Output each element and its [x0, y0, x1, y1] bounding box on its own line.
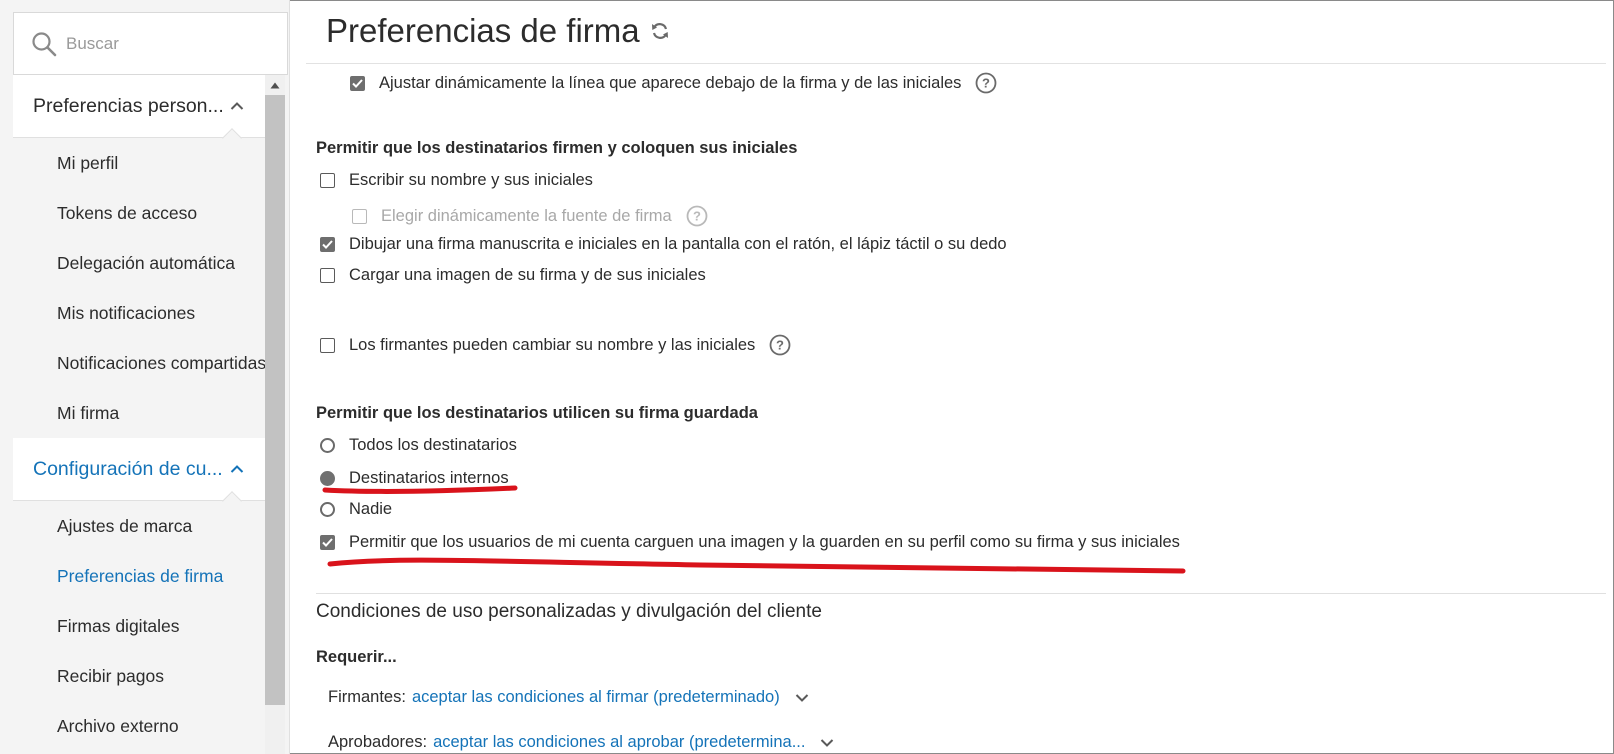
refresh-icon[interactable] — [650, 21, 670, 41]
radio-label: Destinatarios internos — [349, 469, 509, 487]
draw-checkbox[interactable] — [320, 237, 335, 252]
sidebar-item-tokens[interactable]: Tokens de acceso — [13, 188, 265, 238]
search-input[interactable] — [66, 33, 266, 54]
section-divider — [316, 593, 1606, 594]
choose-font-checkbox[interactable] — [352, 208, 367, 224]
require-label: Requerir... — [316, 648, 397, 666]
allow-upload-checkbox[interactable] — [320, 535, 335, 550]
radio-todos[interactable] — [320, 438, 335, 453]
nav-group-account-settings[interactable]: Configuración de cu... — [13, 438, 265, 511]
upload-option: Cargar una imagen de su firma y de sus i… — [320, 266, 706, 285]
signers-label: Firmantes: — [328, 688, 406, 706]
search-icon — [30, 30, 58, 58]
upload-label: Cargar una imagen de su firma y de sus i… — [349, 266, 706, 284]
sign-section-heading: Permitir que los destinatarios firmen y … — [316, 139, 798, 157]
radio-option-nadie: Nadie — [320, 500, 392, 519]
page-title: Preferencias de firma — [326, 12, 640, 49]
search-box[interactable] — [13, 12, 288, 75]
chevron-down-icon[interactable] — [794, 690, 810, 706]
help-icon[interactable]: ? — [686, 205, 708, 227]
draw-option: Dibujar una firma manuscrita e iniciales… — [320, 235, 1007, 254]
change-name-checkbox[interactable] — [320, 337, 335, 353]
radio-nadie[interactable] — [320, 502, 335, 517]
radio-label: Todos los destinatarios — [349, 436, 517, 454]
sidebar-item-notificaciones[interactable]: Mis notificaciones — [13, 288, 265, 338]
page-header: Preferencias de firma — [326, 12, 670, 50]
chevron-up-icon — [229, 461, 245, 477]
adjust-line-option: Ajustar dinámicamente la línea que apare… — [350, 72, 997, 94]
sidebar-item-archivo-externo[interactable]: Archivo externo — [13, 701, 265, 751]
type-name-option: Escribir su nombre y sus iniciales — [320, 171, 593, 190]
chevron-up-icon — [229, 98, 245, 114]
radio-internos[interactable] — [320, 471, 335, 486]
terms-section-title: Condiciones de uso personalizadas y divu… — [316, 601, 822, 622]
upload-checkbox[interactable] — [320, 268, 335, 283]
radio-option-internos: Destinatarios internos — [320, 469, 509, 488]
allow-upload-label: Permitir que los usuarios de mi cuenta c… — [349, 533, 1180, 551]
nav-group-label: Preferencias person... — [33, 94, 224, 117]
type-name-label: Escribir su nombre y sus iniciales — [349, 171, 593, 189]
chevron-down-icon[interactable] — [819, 735, 835, 751]
nav-group-label: Configuración de cu... — [33, 457, 223, 480]
adjust-line-checkbox[interactable] — [350, 75, 365, 91]
signers-dropdown[interactable]: aceptar las condiciones al firmar (prede… — [412, 688, 780, 707]
sidebar: Preferencias person... Mi perfil Tokens … — [0, 0, 290, 754]
sidebar-item-recibir-pagos[interactable]: Recibir pagos — [13, 651, 265, 701]
sidebar-nav: Preferencias person... Mi perfil Tokens … — [13, 75, 266, 751]
sidebar-item-mi-perfil[interactable]: Mi perfil — [13, 138, 265, 188]
sidebar-item-firmas-digitales[interactable]: Firmas digitales — [13, 601, 265, 651]
sidebar-item-notificaciones-compartidas[interactable]: Notificaciones compartidas — [13, 338, 266, 388]
change-name-option: Los firmantes pueden cambiar su nombre y… — [320, 334, 791, 356]
title-divider — [306, 63, 1606, 64]
sidebar-scrollbar[interactable] — [265, 75, 285, 754]
approvers-row: Aprobadores: aceptar las condiciones al … — [328, 733, 835, 752]
sidebar-item-ajustes-marca[interactable]: Ajustes de marca — [13, 501, 265, 551]
draw-label: Dibujar una firma manuscrita e iniciales… — [349, 235, 1007, 253]
approvers-label: Aprobadores: — [328, 733, 428, 751]
allow-upload-option: Permitir que los usuarios de mi cuenta c… — [320, 533, 1180, 552]
saved-section-heading: Permitir que los destinatarios utilicen … — [316, 404, 758, 422]
nav-list-account: Ajustes de marca Preferencias de firma F… — [13, 501, 265, 751]
main-content: Preferencias de firma Ajustar dinámicame… — [306, 0, 1606, 754]
nav-group-personal-preferences[interactable]: Preferencias person... — [13, 75, 265, 148]
svg-text:?: ? — [776, 338, 784, 353]
choose-font-label: Elegir dinámicamente la fuente de firma — [381, 206, 672, 225]
choose-font-option: Elegir dinámicamente la fuente de firma … — [352, 205, 708, 227]
svg-text:?: ? — [982, 76, 990, 91]
approvers-dropdown[interactable]: aceptar las condiciones al aprobar (pred… — [433, 733, 805, 752]
sidebar-item-mi-firma[interactable]: Mi firma — [13, 388, 265, 438]
help-icon[interactable]: ? — [975, 72, 997, 94]
nav-list-personal: Mi perfil Tokens de acceso Delegación au… — [13, 138, 266, 438]
sidebar-item-preferencias-firma[interactable]: Preferencias de firma — [13, 551, 265, 601]
change-name-label: Los firmantes pueden cambiar su nombre y… — [349, 335, 756, 354]
radio-label: Nadie — [349, 500, 393, 518]
scrollbar-thumb[interactable] — [265, 95, 285, 705]
help-icon[interactable]: ? — [769, 334, 791, 356]
signers-row: Firmantes: aceptar las condiciones al fi… — [328, 688, 810, 707]
radio-option-todos: Todos los destinatarios — [320, 436, 517, 455]
svg-text:?: ? — [693, 209, 701, 224]
sidebar-item-delegacion[interactable]: Delegación automática — [13, 238, 265, 288]
scroll-up-arrow-icon[interactable] — [265, 75, 285, 95]
adjust-line-label: Ajustar dinámicamente la línea que apare… — [379, 73, 962, 92]
type-name-checkbox[interactable] — [320, 173, 335, 188]
